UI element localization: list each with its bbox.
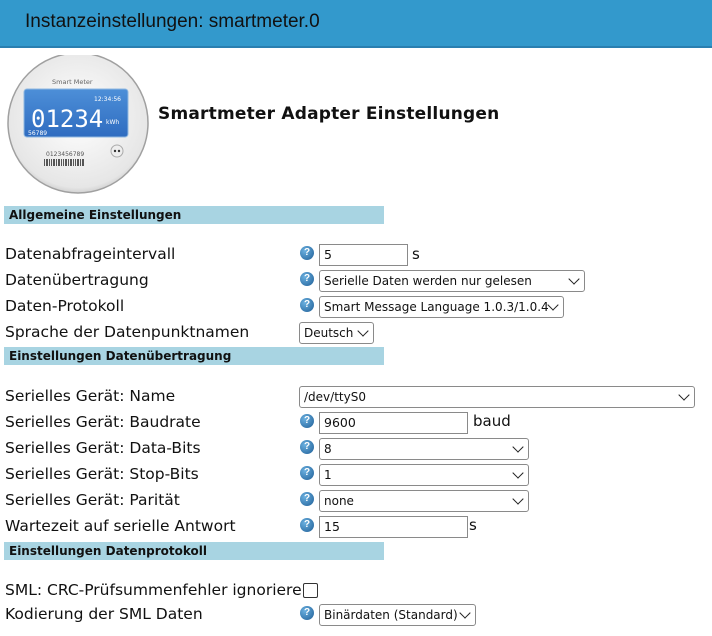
logo-small-number: 56789 — [28, 130, 47, 137]
encoding-select-value: Binärdaten (Standard) — [324, 608, 458, 622]
language-select-value: Deutsch — [304, 326, 354, 340]
chevron-down-icon — [678, 389, 690, 401]
protocol-label: Daten-Protokoll — [5, 297, 125, 315]
help-icon[interactable]: ? — [300, 606, 314, 620]
language-select[interactable]: Deutsch — [299, 322, 374, 344]
baudrate-label: Serielles Gerät: Baudrate — [5, 413, 201, 431]
chevron-down-icon — [512, 493, 524, 505]
help-icon[interactable]: ? — [300, 440, 314, 454]
timeout-unit: s — [469, 516, 477, 534]
help-icon[interactable]: ? — [300, 246, 314, 260]
transfer-select-value: Serielle Daten werden nur gelesen — [324, 274, 532, 288]
baudrate-unit: baud — [473, 412, 511, 430]
interval-input[interactable]: 5 — [319, 244, 408, 266]
help-icon[interactable]: ? — [300, 414, 314, 428]
help-icon[interactable]: ? — [300, 518, 314, 532]
title-bar: Instanzeinstellungen: smartmeter.0 — [0, 0, 712, 48]
encoding-label: Kodierung der SML Daten — [5, 605, 203, 623]
logo-time: 12:34:56 — [94, 96, 121, 103]
chevron-down-icon — [459, 607, 471, 619]
stopbits-select-value: 1 — [324, 468, 332, 482]
help-icon[interactable]: ? — [300, 298, 314, 312]
timeout-input[interactable]: 15 — [319, 516, 468, 538]
databits-label: Serielles Gerät: Data-Bits — [5, 439, 201, 457]
section-header-transmission: Einstellungen Datenübertragung — [4, 347, 384, 365]
interval-unit: s — [412, 245, 420, 263]
crc-label: SML: CRC-Prüfsummenfehler ignorieren — [5, 581, 312, 599]
section-header-protocol: Einstellungen Datenprotokoll — [4, 542, 384, 560]
stopbits-label: Serielles Gerät: Stop-Bits — [5, 465, 199, 483]
logo-reading: 01234 — [31, 105, 103, 133]
databits-select[interactable]: 8 — [319, 438, 529, 460]
logo-serial: 0123456789 — [46, 151, 84, 158]
window-title: Instanzeinstellungen: smartmeter.0 — [25, 11, 320, 32]
chevron-down-icon — [357, 325, 369, 337]
crc-checkbox[interactable] — [303, 583, 318, 598]
serial-name-select-value: /dev/ttyS0 — [304, 390, 366, 404]
parity-select-value: none — [324, 494, 354, 508]
chevron-down-icon — [512, 467, 524, 479]
parity-label: Serielles Gerät: Parität — [5, 491, 180, 509]
smartmeter-logo: 01234 kWh 12:34:56 56789 Smart Meter 012… — [7, 55, 149, 194]
serial-name-label: Serielles Gerät: Name — [5, 387, 176, 405]
stopbits-select[interactable]: 1 — [319, 464, 529, 486]
logo-unit: kWh — [106, 119, 119, 126]
encoding-select[interactable]: Binärdaten (Standard) — [319, 604, 476, 626]
help-icon[interactable]: ? — [300, 272, 314, 286]
serial-name-select[interactable]: /dev/ttyS0 — [299, 386, 695, 408]
transfer-select[interactable]: Serielle Daten werden nur gelesen — [319, 270, 585, 292]
chevron-down-icon — [568, 273, 580, 285]
language-label: Sprache der Datenpunktnamen — [5, 323, 250, 341]
help-icon[interactable]: ? — [300, 466, 314, 480]
interval-label: Datenabfrageintervall — [5, 245, 176, 263]
chevron-down-icon — [512, 441, 524, 453]
chevron-down-icon — [547, 299, 559, 311]
protocol-select-value: Smart Message Language 1.0.3/1.0.4 — [324, 300, 549, 314]
section-header-general: Allgemeine Einstellungen — [4, 206, 384, 224]
parity-select[interactable]: none — [319, 490, 529, 512]
timeout-label: Wartezeit auf serielle Antwort — [5, 517, 236, 535]
logo-brand: Smart Meter — [52, 78, 93, 86]
help-icon[interactable]: ? — [300, 492, 314, 506]
page-title: Smartmeter Adapter Einstellungen — [158, 104, 500, 124]
protocol-select[interactable]: Smart Message Language 1.0.3/1.0.4 — [319, 296, 564, 318]
transfer-label: Datenübertragung — [5, 271, 149, 289]
baudrate-input[interactable]: 9600 — [319, 412, 468, 434]
databits-select-value: 8 — [324, 442, 332, 456]
